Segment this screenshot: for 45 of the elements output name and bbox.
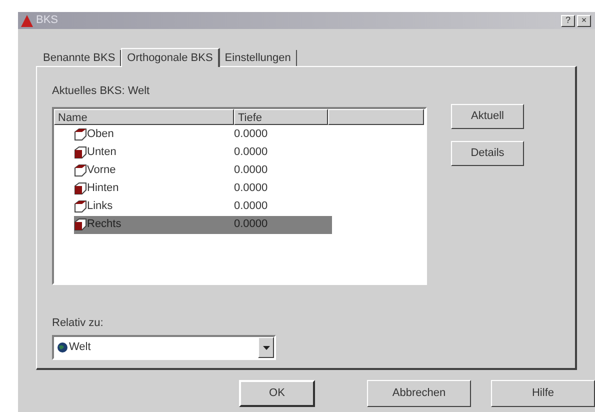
list-row[interactable]: Unten 0.0000 <box>74 144 332 162</box>
depth-value: 0.0000 <box>234 145 268 160</box>
list-row[interactable]: Rechts 0.0000 <box>74 216 332 234</box>
close-button[interactable]: × <box>577 14 591 26</box>
cube-icon <box>74 164 87 177</box>
list-row[interactable]: Links 0.0000 <box>74 198 332 216</box>
ucs-name: Vorne <box>87 163 116 178</box>
app-icon <box>20 14 34 28</box>
dropdown-arrow-button[interactable] <box>258 337 274 358</box>
column-header[interactable]: Tiefe <box>234 108 328 124</box>
help-button[interactable]: ? <box>561 14 575 26</box>
depth-value: 0.0000 <box>234 199 268 214</box>
list-row[interactable]: Vorne 0.0000 <box>74 162 332 180</box>
ucs-name: Hinten <box>87 181 119 196</box>
globe-icon <box>57 342 68 353</box>
tab[interactable]: Orthogonale BKS <box>121 48 220 67</box>
depth-value: 0.0000 <box>234 163 268 178</box>
ucs-name: Rechts <box>87 217 122 232</box>
dialog-button[interactable]: Abbrechen <box>367 380 471 407</box>
caret-icon <box>262 346 270 350</box>
cube-icon <box>74 128 87 141</box>
current-ucs-label: Aktuelles BKS: Welt <box>52 84 151 99</box>
relative-to-dropdown[interactable]: Welt <box>52 335 276 360</box>
column-header[interactable]: Name <box>54 108 234 124</box>
ucs-name: Links <box>87 199 113 214</box>
tab[interactable]: Einstellungen <box>220 50 297 66</box>
list-row[interactable]: Hinten 0.0000 <box>74 180 332 198</box>
cube-icon <box>74 218 87 231</box>
ucs-name: Oben <box>87 127 114 142</box>
depth-value: 0.0000 <box>234 127 268 142</box>
ucs-name: Unten <box>87 145 116 160</box>
depth-value: 0.0000 <box>234 217 268 232</box>
side-button[interactable]: Aktuell <box>451 104 524 129</box>
column-header[interactable] <box>328 108 424 124</box>
cube-icon <box>74 182 87 195</box>
relative-to-label: Relativ zu: <box>52 316 104 330</box>
cube-icon <box>74 200 87 213</box>
list-row[interactable]: Oben 0.0000 <box>74 126 332 144</box>
side-button[interactable]: Details <box>451 141 524 166</box>
dropdown-value: Welt <box>69 340 91 356</box>
depth-value: 0.0000 <box>234 181 268 196</box>
cube-icon <box>74 146 87 159</box>
dialog-button[interactable]: Hilfe <box>491 380 595 407</box>
window-title: BKS <box>36 13 58 28</box>
dialog-button[interactable]: OK <box>239 380 315 407</box>
